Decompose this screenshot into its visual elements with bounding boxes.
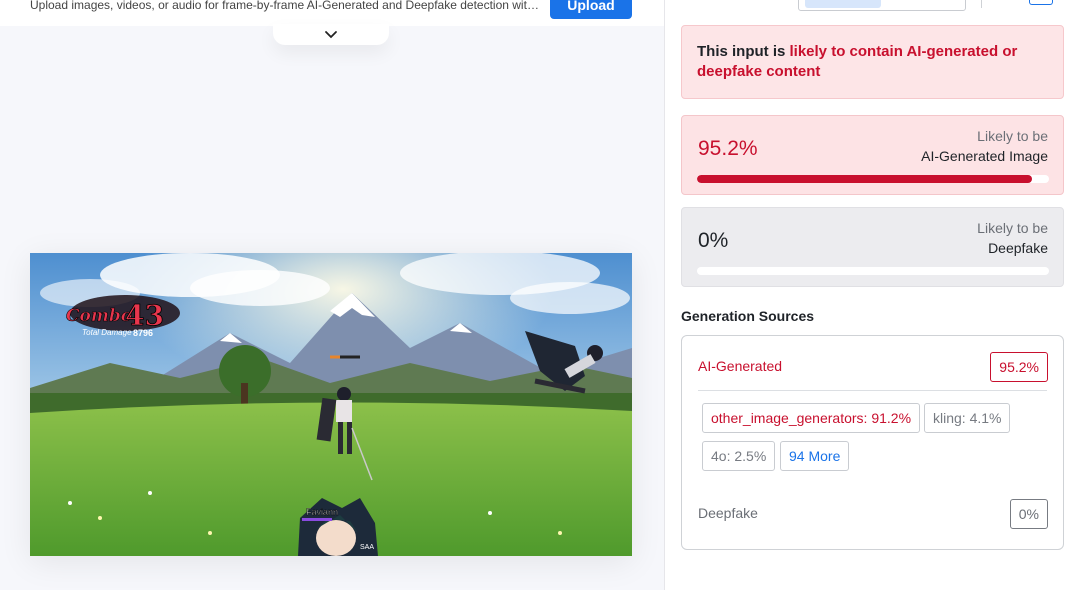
total-damage-value: 8796 (133, 328, 153, 338)
sources-ai-generated-badge: 95.2% (990, 352, 1048, 382)
ai-generated-score: 95.2% (698, 137, 758, 160)
upload-button[interactable]: Upload (550, 0, 632, 19)
upload-panel: Upload images, videos, or audio for fram… (0, 0, 664, 590)
player-name: Faviann (306, 507, 338, 517)
source-chip-4o[interactable]: 4o: 2.5% (702, 441, 776, 471)
upload-description: Upload images, videos, or audio for fram… (30, 0, 540, 12)
sources-deepfake-badge: 0% (1009, 499, 1048, 529)
toolbar-divider (981, 0, 982, 8)
collapse-toggle[interactable] (273, 24, 389, 45)
deepfake-score-card: 0% Likely to be Deepfake (681, 207, 1064, 287)
results-panel: This input is likely to contain AI-gener… (665, 0, 1070, 590)
deepfake-score: 0% (698, 229, 729, 252)
chevron-down-icon (325, 30, 337, 38)
verdict-prefix: This input is (697, 43, 790, 60)
game-screenshot-image: Combo 43 Total Damage 8796 Faviann SAA (30, 253, 632, 556)
ai-generated-score-card: 95.2% Likely to be AI-Generated Image (681, 115, 1064, 195)
view-selector[interactable] (798, 0, 966, 11)
ai-generated-label: AI-Generated Image (921, 148, 1048, 164)
view-selector-active[interactable] (805, 0, 881, 8)
ai-generated-progress (697, 175, 1049, 183)
combo-label: Combo (66, 306, 132, 326)
ai-generated-label-top: Likely to be (977, 128, 1048, 144)
more-sources-button[interactable]: 94 More (780, 441, 850, 471)
deepfake-label-top: Likely to be (977, 220, 1048, 236)
analyzed-image: Combo 43 Total Damage 8796 Faviann SAA (30, 253, 632, 556)
verdict-banner: This input is likely to contain AI-gener… (681, 25, 1064, 99)
source-chip-kling[interactable]: kling: 4.1% (924, 403, 1011, 433)
toolbar-icon-button[interactable] (1029, 0, 1053, 5)
source-chip-other-image-generators[interactable]: other_image_generators: 91.2% (702, 403, 921, 433)
deepfake-label: Deepfake (988, 240, 1048, 256)
deepfake-progress (697, 267, 1049, 275)
sources-deepfake-label: Deepfake (698, 505, 758, 521)
sources-divider (698, 390, 1047, 391)
combo-hud: Combo 43 Total Damage 8796 (66, 295, 180, 338)
player-tag: SAA (360, 544, 374, 551)
sources-ai-generated-label: AI-Generated (698, 358, 783, 374)
upload-bar: Upload images, videos, or audio for fram… (0, 0, 664, 26)
generation-sources-title: Generation Sources (681, 308, 815, 324)
ai-generated-progress-fill (697, 175, 1033, 183)
total-damage-label: Total Damage (82, 328, 132, 337)
generation-sources-box: AI-Generated 95.2% other_image_generator… (681, 335, 1064, 550)
